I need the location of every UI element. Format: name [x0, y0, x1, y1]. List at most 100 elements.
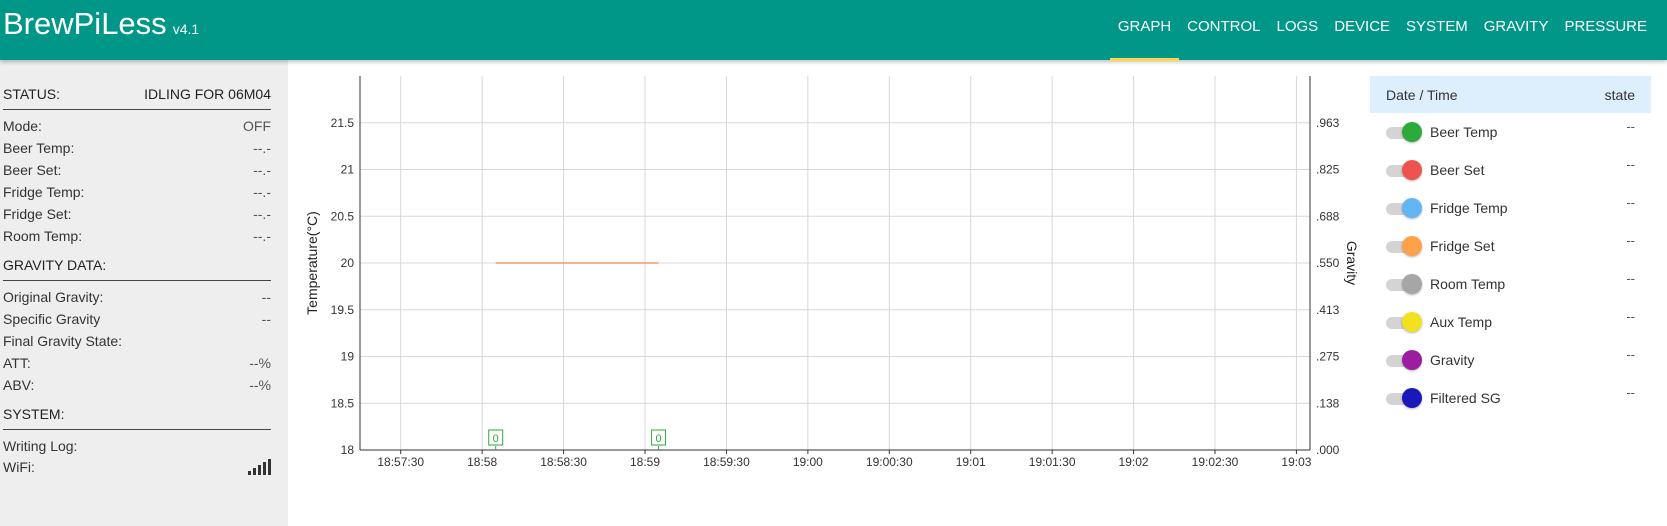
legend-state: --: [1626, 385, 1635, 400]
beer-temp-toggle[interactable]: [1386, 122, 1422, 142]
original-gravity-label: Original Gravity:: [3, 289, 104, 305]
system-divider: [3, 429, 271, 430]
original-gravity-row: Original Gravity: --: [3, 287, 271, 307]
y2-tick-label: .000: [1316, 443, 1340, 457]
gravity-divider: [3, 280, 271, 281]
aux-temp-toggle[interactable]: [1386, 312, 1422, 332]
room-temp-toggle[interactable]: [1386, 274, 1422, 294]
legend-row-fridge-set: Fridge Set --: [1370, 227, 1651, 265]
beer-set-toggle[interactable]: [1386, 160, 1422, 180]
fridge-set-toggle[interactable]: [1386, 236, 1422, 256]
series-color-dot-icon: [1402, 274, 1422, 294]
mode-value: OFF: [243, 118, 271, 134]
x-tick-label: 18:58:30: [540, 455, 587, 469]
beer-temp-value: --.-: [253, 140, 271, 156]
x-tick-label: 19:00: [793, 455, 823, 469]
series-color-dot-icon: [1402, 198, 1422, 218]
specific-gravity-label: Specific Gravity: [3, 311, 101, 327]
legend-label: Beer Set: [1430, 162, 1485, 178]
fridge-set-row: Fridge Set: --.-: [3, 204, 271, 224]
tab-logs[interactable]: LOGS: [1269, 0, 1327, 60]
mode-label: Mode:: [3, 118, 42, 134]
att-row: ATT: --%: [3, 353, 271, 373]
y-tick-label: 20: [341, 256, 355, 270]
gravity-toggle[interactable]: [1386, 350, 1422, 370]
y-tick-label: 21: [341, 163, 355, 177]
filtered-sg-toggle[interactable]: [1386, 388, 1422, 408]
annotation-label: 0: [493, 433, 499, 445]
annotation-label: 0: [656, 433, 662, 445]
final-gravity-state-row: Final Gravity State:: [3, 331, 271, 351]
wifi-signal-icon: [248, 459, 271, 475]
series-color-dot-icon: [1402, 312, 1422, 332]
x-tick-label: 18:57:30: [377, 455, 424, 469]
status-row: STATUS: IDLING FOR 06M04: [3, 84, 271, 104]
legend-label: Room Temp: [1430, 276, 1506, 292]
legend-label: Aux Temp: [1430, 314, 1492, 330]
tab-gravity[interactable]: GRAVITY: [1476, 0, 1557, 60]
fridge-temp-label: Fridge Temp:: [3, 184, 85, 200]
y-tick-label: 21.5: [331, 116, 355, 130]
legend-label: Fridge Set: [1430, 238, 1495, 254]
app-title: BrewPiLess: [3, 6, 167, 41]
series-color-dot-icon: [1402, 388, 1422, 408]
abv-value: --%: [249, 377, 271, 393]
beer-set-label: Beer Set:: [3, 162, 62, 178]
legend-state: --: [1626, 271, 1635, 286]
room-temp-label: Room Temp:: [3, 228, 83, 244]
fridge-temp-value: --.-: [253, 184, 271, 200]
att-value: --%: [249, 355, 271, 371]
status-divider: [3, 109, 271, 110]
x-tick-label: 19:00:30: [866, 455, 913, 469]
fridge-set-label: Fridge Set:: [3, 206, 72, 222]
legend-header: Date / Time state: [1370, 76, 1651, 113]
legend-row-fridge-temp: Fridge Temp --: [1370, 189, 1651, 227]
y-tick-label: 19.5: [331, 303, 355, 317]
tab-system[interactable]: SYSTEM: [1398, 0, 1476, 60]
legend-label: Beer Temp: [1430, 124, 1498, 140]
y2-tick-label: .963: [1316, 116, 1340, 130]
beer-temp-row: Beer Temp: --.-: [3, 138, 271, 158]
y-tick-label: 20.5: [331, 209, 355, 223]
gravity-section-title: GRAVITY DATA:: [3, 257, 107, 273]
tab-device[interactable]: DEVICE: [1326, 0, 1398, 60]
final-gravity-state-label: Final Gravity State:: [3, 333, 123, 349]
x-tick-label: 19:03: [1281, 455, 1311, 469]
legend-state: --: [1626, 233, 1635, 248]
series-color-dot-icon: [1402, 122, 1422, 142]
tab-pressure[interactable]: PRESSURE: [1556, 0, 1655, 60]
legend-row-aux-temp: Aux Temp --: [1370, 303, 1651, 341]
fridge-set-value: --.-: [253, 206, 271, 222]
system-section-title-row: SYSTEM:: [3, 404, 271, 424]
legend-row-room-temp: Room Temp --: [1370, 265, 1651, 303]
app-brand: BrewPiLess v4.1: [3, 6, 199, 42]
legend-state-header: state: [1604, 86, 1635, 103]
x-tick-label: 18:59:30: [703, 455, 750, 469]
wifi-label: WiFi:: [3, 459, 35, 475]
y2-tick-label: .413: [1316, 303, 1340, 317]
att-label: ATT:: [3, 355, 31, 371]
tab-control[interactable]: CONTROL: [1179, 0, 1268, 60]
temperature-chart[interactable]: 18 .000 18.5 .138 19 .275 19.5 .413 20 .550 20.5 .6…: [288, 60, 1368, 526]
legend-label: Gravity: [1430, 352, 1475, 368]
mode-row: Mode: OFF: [3, 116, 271, 136]
y-tick-label: 18.5: [331, 396, 355, 410]
series-legend-table: Date / Time state Beer Temp -- Beer Set -- F…: [1370, 76, 1651, 417]
writing-log-row: Writing Log:: [3, 436, 271, 456]
legend-row-filtered-sg: Filtered SG --: [1370, 379, 1651, 417]
series-color-dot-icon: [1402, 160, 1422, 180]
status-label: STATUS:: [3, 86, 61, 102]
legend-datetime-header: Date / Time: [1386, 86, 1458, 103]
legend-state: --: [1626, 119, 1635, 134]
series-color-dot-icon: [1402, 350, 1422, 370]
x-tick-label: 19:01: [956, 455, 986, 469]
abv-row: ABV: --%: [3, 375, 271, 395]
legend-label: Fridge Temp: [1430, 200, 1508, 216]
tab-graph[interactable]: GRAPH: [1109, 0, 1180, 61]
beer-set-value: --.-: [253, 162, 271, 178]
app-header: BrewPiLess v4.1 GRAPH CONTROL LOGS DEVICE…: [0, 0, 1667, 61]
y2-axis-label: Gravity: [1344, 241, 1360, 285]
fridge-temp-toggle[interactable]: [1386, 198, 1422, 218]
legend-state: --: [1626, 309, 1635, 324]
room-temp-value: --.-: [253, 228, 271, 244]
